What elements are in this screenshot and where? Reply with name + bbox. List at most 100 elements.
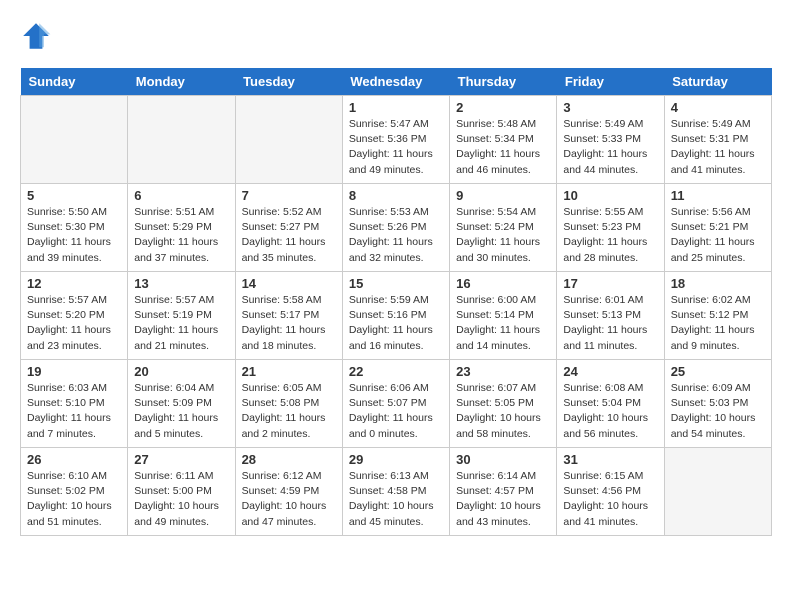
logo-icon	[20, 20, 52, 52]
day-number: 30	[456, 452, 550, 467]
calendar-cell: 20 Sunrise: 6:04 AM Sunset: 5:09 PM Dayli…	[128, 360, 235, 448]
day-number: 13	[134, 276, 228, 291]
calendar-cell	[235, 96, 342, 184]
calendar-cell: 8 Sunrise: 5:53 AM Sunset: 5:26 PM Daylig…	[342, 184, 449, 272]
logo	[20, 20, 58, 52]
day-info: Sunrise: 5:52 AM Sunset: 5:27 PM Dayligh…	[242, 205, 336, 266]
calendar-cell: 11 Sunrise: 5:56 AM Sunset: 5:21 PM Dayli…	[664, 184, 771, 272]
calendar-body: 1 Sunrise: 5:47 AM Sunset: 5:36 PM Daylig…	[21, 96, 772, 536]
page-header	[20, 20, 772, 52]
day-number: 29	[349, 452, 443, 467]
calendar-cell: 13 Sunrise: 5:57 AM Sunset: 5:19 PM Dayli…	[128, 272, 235, 360]
calendar-cell: 25 Sunrise: 6:09 AM Sunset: 5:03 PM Dayli…	[664, 360, 771, 448]
day-info: Sunrise: 5:56 AM Sunset: 5:21 PM Dayligh…	[671, 205, 765, 266]
day-number: 21	[242, 364, 336, 379]
day-number: 31	[563, 452, 657, 467]
calendar-cell: 31 Sunrise: 6:15 AM Sunset: 4:56 PM Dayli…	[557, 448, 664, 536]
day-number: 12	[27, 276, 121, 291]
day-header-saturday: Saturday	[664, 68, 771, 96]
calendar-cell: 22 Sunrise: 6:06 AM Sunset: 5:07 PM Dayli…	[342, 360, 449, 448]
day-info: Sunrise: 5:49 AM Sunset: 5:31 PM Dayligh…	[671, 117, 765, 178]
calendar-header-row: SundayMondayTuesdayWednesdayThursdayFrid…	[21, 68, 772, 96]
calendar-cell: 18 Sunrise: 6:02 AM Sunset: 5:12 PM Dayli…	[664, 272, 771, 360]
day-info: Sunrise: 5:54 AM Sunset: 5:24 PM Dayligh…	[456, 205, 550, 266]
calendar-week-1: 1 Sunrise: 5:47 AM Sunset: 5:36 PM Daylig…	[21, 96, 772, 184]
day-info: Sunrise: 5:53 AM Sunset: 5:26 PM Dayligh…	[349, 205, 443, 266]
day-info: Sunrise: 6:09 AM Sunset: 5:03 PM Dayligh…	[671, 381, 765, 442]
day-header-sunday: Sunday	[21, 68, 128, 96]
calendar-cell: 21 Sunrise: 6:05 AM Sunset: 5:08 PM Dayli…	[235, 360, 342, 448]
calendar-cell: 3 Sunrise: 5:49 AM Sunset: 5:33 PM Daylig…	[557, 96, 664, 184]
calendar-cell: 2Sunrise: 5:48 AM Sunset: 5:34 PM Daylig…	[450, 96, 557, 184]
day-info: Sunrise: 6:02 AM Sunset: 5:12 PM Dayligh…	[671, 293, 765, 354]
day-info: Sunrise: 6:11 AM Sunset: 5:00 PM Dayligh…	[134, 469, 228, 530]
day-number: 10	[563, 188, 657, 203]
calendar-week-5: 26 Sunrise: 6:10 AM Sunset: 5:02 PM Dayli…	[21, 448, 772, 536]
day-info: Sunrise: 6:12 AM Sunset: 4:59 PM Dayligh…	[242, 469, 336, 530]
calendar-cell: 16Sunrise: 6:00 AM Sunset: 5:14 PM Dayli…	[450, 272, 557, 360]
day-number: 4	[671, 100, 765, 115]
day-header-wednesday: Wednesday	[342, 68, 449, 96]
calendar-cell: 29 Sunrise: 6:13 AM Sunset: 4:58 PM Dayli…	[342, 448, 449, 536]
calendar-cell: 17Sunrise: 6:01 AM Sunset: 5:13 PM Dayli…	[557, 272, 664, 360]
calendar-cell: 30 Sunrise: 6:14 AM Sunset: 4:57 PM Dayli…	[450, 448, 557, 536]
calendar-cell: 7Sunrise: 5:52 AM Sunset: 5:27 PM Daylig…	[235, 184, 342, 272]
day-number: 24	[563, 364, 657, 379]
day-header-tuesday: Tuesday	[235, 68, 342, 96]
day-info: Sunrise: 6:07 AM Sunset: 5:05 PM Dayligh…	[456, 381, 550, 442]
day-number: 22	[349, 364, 443, 379]
day-info: Sunrise: 5:49 AM Sunset: 5:33 PM Dayligh…	[563, 117, 657, 178]
calendar-cell: 1 Sunrise: 5:47 AM Sunset: 5:36 PM Daylig…	[342, 96, 449, 184]
day-info: Sunrise: 6:13 AM Sunset: 4:58 PM Dayligh…	[349, 469, 443, 530]
day-number: 19	[27, 364, 121, 379]
day-info: Sunrise: 5:57 AM Sunset: 5:20 PM Dayligh…	[27, 293, 121, 354]
calendar-table: SundayMondayTuesdayWednesdayThursdayFrid…	[20, 68, 772, 536]
calendar-cell: 15 Sunrise: 5:59 AM Sunset: 5:16 PM Dayli…	[342, 272, 449, 360]
day-info: Sunrise: 5:50 AM Sunset: 5:30 PM Dayligh…	[27, 205, 121, 266]
day-number: 20	[134, 364, 228, 379]
day-info: Sunrise: 5:55 AM Sunset: 5:23 PM Dayligh…	[563, 205, 657, 266]
day-number: 26	[27, 452, 121, 467]
calendar-week-3: 12 Sunrise: 5:57 AM Sunset: 5:20 PM Dayli…	[21, 272, 772, 360]
day-info: Sunrise: 5:59 AM Sunset: 5:16 PM Dayligh…	[349, 293, 443, 354]
day-info: Sunrise: 6:04 AM Sunset: 5:09 PM Dayligh…	[134, 381, 228, 442]
day-info: Sunrise: 6:05 AM Sunset: 5:08 PM Dayligh…	[242, 381, 336, 442]
day-number: 8	[349, 188, 443, 203]
calendar-cell: 19Sunrise: 6:03 AM Sunset: 5:10 PM Dayli…	[21, 360, 128, 448]
day-info: Sunrise: 6:08 AM Sunset: 5:04 PM Dayligh…	[563, 381, 657, 442]
calendar-cell: 10 Sunrise: 5:55 AM Sunset: 5:23 PM Dayli…	[557, 184, 664, 272]
day-number: 5	[27, 188, 121, 203]
day-number: 18	[671, 276, 765, 291]
day-number: 15	[349, 276, 443, 291]
calendar-week-2: 5 Sunrise: 5:50 AM Sunset: 5:30 PM Daylig…	[21, 184, 772, 272]
calendar-cell: 28 Sunrise: 6:12 AM Sunset: 4:59 PM Dayli…	[235, 448, 342, 536]
day-info: Sunrise: 6:01 AM Sunset: 5:13 PM Dayligh…	[563, 293, 657, 354]
day-info: Sunrise: 6:15 AM Sunset: 4:56 PM Dayligh…	[563, 469, 657, 530]
calendar-cell: 4 Sunrise: 5:49 AM Sunset: 5:31 PM Daylig…	[664, 96, 771, 184]
day-header-friday: Friday	[557, 68, 664, 96]
calendar-cell	[664, 448, 771, 536]
calendar-week-4: 19Sunrise: 6:03 AM Sunset: 5:10 PM Dayli…	[21, 360, 772, 448]
calendar-cell: 5 Sunrise: 5:50 AM Sunset: 5:30 PM Daylig…	[21, 184, 128, 272]
day-number: 23	[456, 364, 550, 379]
calendar-cell: 12 Sunrise: 5:57 AM Sunset: 5:20 PM Dayli…	[21, 272, 128, 360]
day-number: 14	[242, 276, 336, 291]
calendar-cell	[21, 96, 128, 184]
day-number: 9	[456, 188, 550, 203]
day-info: Sunrise: 6:10 AM Sunset: 5:02 PM Dayligh…	[27, 469, 121, 530]
day-number: 28	[242, 452, 336, 467]
calendar-cell: 23 Sunrise: 6:07 AM Sunset: 5:05 PM Dayli…	[450, 360, 557, 448]
day-number: 11	[671, 188, 765, 203]
day-info: Sunrise: 6:06 AM Sunset: 5:07 PM Dayligh…	[349, 381, 443, 442]
day-info: Sunrise: 5:57 AM Sunset: 5:19 PM Dayligh…	[134, 293, 228, 354]
day-info: Sunrise: 5:48 AM Sunset: 5:34 PM Dayligh…	[456, 117, 550, 178]
day-header-thursday: Thursday	[450, 68, 557, 96]
day-info: Sunrise: 5:47 AM Sunset: 5:36 PM Dayligh…	[349, 117, 443, 178]
day-number: 25	[671, 364, 765, 379]
day-info: Sunrise: 5:51 AM Sunset: 5:29 PM Dayligh…	[134, 205, 228, 266]
day-number: 3	[563, 100, 657, 115]
calendar-cell	[128, 96, 235, 184]
day-number: 27	[134, 452, 228, 467]
day-number: 1	[349, 100, 443, 115]
day-info: Sunrise: 6:14 AM Sunset: 4:57 PM Dayligh…	[456, 469, 550, 530]
